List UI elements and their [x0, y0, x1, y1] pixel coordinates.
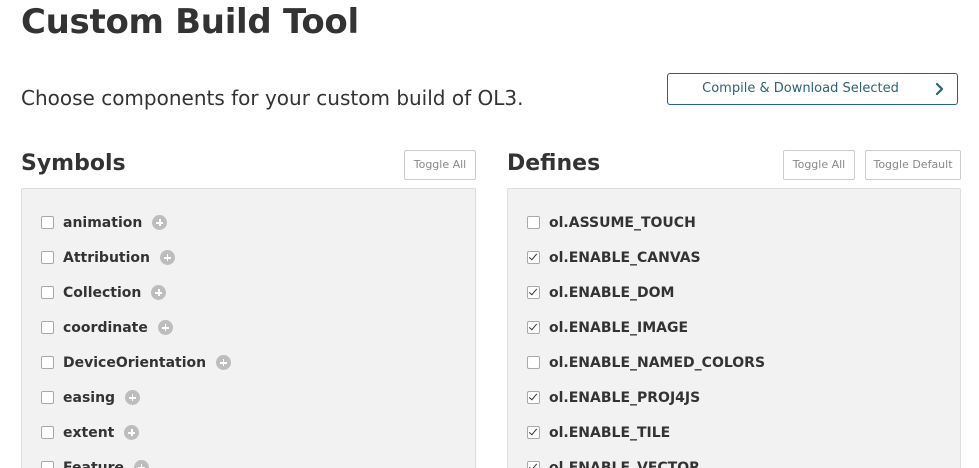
- define-item: ol.ENABLE_NAMED_COLORS: [527, 345, 765, 380]
- symbols-toggle-all-button[interactable]: Toggle All: [404, 150, 476, 180]
- symbol-label: Feature: [63, 459, 124, 468]
- symbol-checkbox[interactable]: [41, 286, 54, 299]
- define-label: ol.ENABLE_TILE: [549, 424, 671, 441]
- define-checkbox[interactable]: [527, 321, 540, 334]
- define-checkbox[interactable]: [527, 356, 540, 369]
- define-label: ol.ENABLE_PROJ4JS: [549, 389, 701, 406]
- symbol-checkbox[interactable]: [41, 426, 54, 439]
- define-item: ol.ASSUME_TOUCH: [527, 205, 765, 240]
- symbol-item: Feature: [41, 450, 231, 468]
- defines-toggle-all-button[interactable]: Toggle All: [783, 150, 855, 180]
- symbol-checkbox[interactable]: [41, 251, 54, 264]
- plus-circle-icon[interactable]: [157, 320, 173, 335]
- symbols-panel: animation Attribution Collection coordin…: [21, 188, 476, 468]
- symbol-item: Attribution: [41, 240, 231, 275]
- symbol-checkbox[interactable]: [41, 391, 54, 404]
- define-label: ol.ASSUME_TOUCH: [549, 214, 696, 231]
- plus-circle-icon[interactable]: [151, 285, 167, 300]
- symbol-checkbox[interactable]: [41, 216, 54, 229]
- symbol-checkbox[interactable]: [41, 461, 54, 468]
- page-title: Custom Build Tool: [21, 2, 359, 42]
- define-label: ol.ENABLE_NAMED_COLORS: [549, 354, 766, 371]
- symbols-list: animation Attribution Collection coordin…: [41, 205, 232, 468]
- define-item: ol.ENABLE_VECTOR: [527, 450, 765, 468]
- define-checkbox[interactable]: [527, 216, 540, 229]
- define-item: ol.ENABLE_TILE: [527, 415, 765, 450]
- symbol-item: easing: [41, 380, 231, 415]
- define-label: ol.ENABLE_VECTOR: [549, 459, 700, 468]
- plus-circle-icon[interactable]: [152, 215, 168, 230]
- define-item: ol.ENABLE_DOM: [527, 275, 765, 310]
- symbol-item: coordinate: [41, 310, 231, 345]
- plus-circle-icon[interactable]: [134, 460, 149, 468]
- define-checkbox[interactable]: [527, 391, 540, 404]
- symbol-label: easing: [63, 389, 116, 406]
- define-checkbox[interactable]: [527, 286, 540, 299]
- define-item: ol.ENABLE_PROJ4JS: [527, 380, 765, 415]
- define-checkbox[interactable]: [527, 461, 540, 468]
- symbol-checkbox[interactable]: [41, 356, 54, 369]
- symbol-item: Collection: [41, 275, 231, 310]
- defines-title: Defines: [507, 151, 601, 176]
- plus-circle-icon[interactable]: [124, 425, 140, 440]
- symbol-checkbox[interactable]: [41, 321, 54, 334]
- compile-download-label: Compile & Download Selected: [702, 81, 899, 96]
- define-label: ol.ENABLE_DOM: [549, 284, 675, 301]
- define-label: ol.ENABLE_CANVAS: [549, 249, 701, 266]
- symbol-label: Collection: [63, 284, 142, 301]
- plus-circle-icon[interactable]: [216, 355, 232, 370]
- define-item: ol.ENABLE_IMAGE: [527, 310, 765, 345]
- symbol-item: extent: [41, 415, 231, 450]
- symbols-title: Symbols: [21, 151, 126, 176]
- defines-panel: ol.ASSUME_TOUCH ol.ENABLE_CANVAS ol.ENAB…: [507, 188, 961, 468]
- symbol-label: DeviceOrientation: [63, 354, 207, 371]
- plus-circle-icon[interactable]: [125, 390, 141, 405]
- define-checkbox[interactable]: [527, 251, 540, 264]
- define-checkbox[interactable]: [527, 426, 540, 439]
- defines-toggle-default-button[interactable]: Toggle Default: [865, 150, 961, 180]
- symbol-label: extent: [63, 424, 115, 441]
- defines-list: ol.ASSUME_TOUCH ol.ENABLE_CANVAS ol.ENAB…: [527, 205, 765, 468]
- compile-download-button[interactable]: Compile & Download Selected: [667, 73, 958, 105]
- build-tool-page: Custom Build Tool Choose components for …: [0, 0, 979, 468]
- symbol-item: animation: [41, 205, 231, 240]
- define-label: ol.ENABLE_IMAGE: [549, 319, 689, 336]
- symbol-item: DeviceOrientation: [41, 345, 232, 380]
- symbol-label: Attribution: [63, 249, 150, 266]
- symbol-label: animation: [63, 214, 143, 231]
- define-item: ol.ENABLE_CANVAS: [527, 240, 765, 275]
- symbol-label: coordinate: [63, 319, 148, 336]
- page-subtitle: Choose components for your custom build …: [21, 86, 524, 110]
- chevron-right-icon: [935, 83, 944, 95]
- plus-circle-icon[interactable]: [160, 250, 175, 265]
